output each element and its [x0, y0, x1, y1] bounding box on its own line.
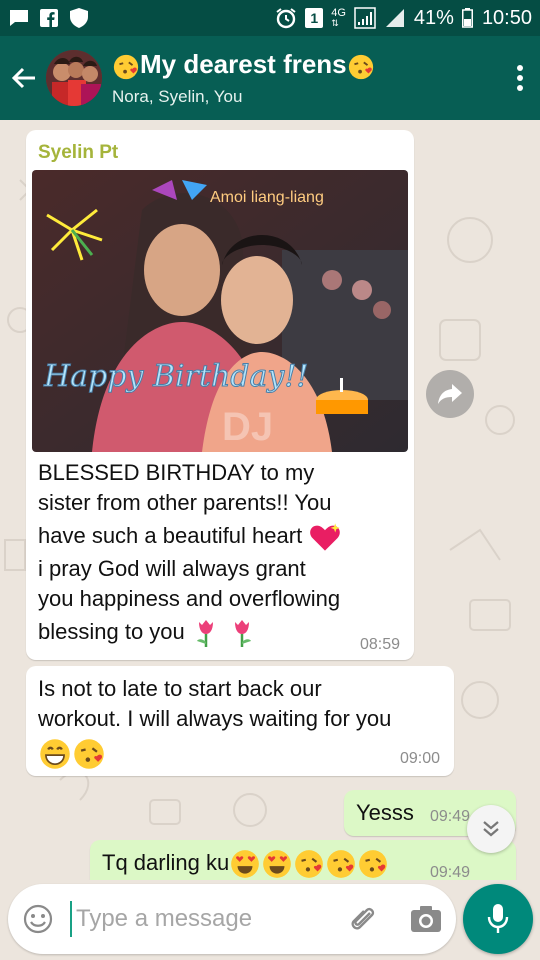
group-title: My dearest frens [112, 49, 500, 80]
birthday-photo-image: DJ Amoi liang-liang Happy Birthday!! [32, 170, 408, 452]
heart-eyes-emoji-icon [231, 850, 260, 879]
sender-name[interactable]: Syelin Pt [38, 142, 118, 164]
message-line: workout. I will always waiting for you [38, 706, 392, 731]
message-line: sister from other parents!! You [38, 490, 332, 515]
network-label: 4G [331, 7, 346, 19]
message-time: 08:59 [360, 636, 401, 653]
forward-button[interactable] [426, 370, 474, 418]
group-members: Nora, Syelin, You [112, 86, 243, 106]
message-photo[interactable]: DJ Amoi liang-liang Happy Birthday!! [32, 170, 408, 452]
kissing-face-emoji-icon [295, 850, 324, 879]
message-bubble-incoming[interactable]: Syelin Pt DJ Amoi liang-liang Happy Birt… [26, 130, 414, 660]
message-time: 09:49 [430, 808, 471, 825]
kissing-face-emoji-icon [359, 850, 388, 879]
group-avatar[interactable] [46, 50, 102, 106]
status-bar-right: 1 4G ⇅ 41% 10:50 [275, 7, 532, 30]
chat-header: My dearest frens Nora, Syelin, You [0, 36, 540, 120]
heart-eyes-emoji-icon [263, 850, 292, 879]
signal-icon [354, 7, 376, 29]
signal-icon-2 [384, 7, 406, 29]
photo-caption-main: Happy Birthday!! [43, 359, 308, 394]
back-button[interactable] [2, 36, 46, 120]
message-text: Yesss [356, 800, 414, 825]
message-line: have such a beautiful heart [38, 518, 408, 554]
attach-icon[interactable] [348, 903, 380, 935]
double-chevron-down-icon [483, 821, 499, 837]
emoji-icon[interactable] [22, 903, 54, 935]
kissing-face-emoji-icon [74, 739, 104, 769]
message-text: BLESSED BIRTHDAY to my sister from other… [38, 458, 408, 650]
scroll-to-bottom-button[interactable] [467, 805, 515, 853]
header-text[interactable]: My dearest frens Nora, Syelin, You [112, 49, 500, 106]
grinning-face-emoji-icon [40, 739, 70, 769]
tulip-emoji-icon [196, 620, 213, 648]
shield-icon [68, 7, 90, 29]
kissing-face-emoji-icon [327, 850, 356, 879]
photo-caption-top: Amoi liang-liang [210, 189, 324, 206]
facebook-icon [38, 7, 60, 29]
message-text-content: Tq darling ku [102, 850, 230, 875]
svg-text:DJ: DJ [222, 405, 273, 449]
message-emoji-line [38, 734, 450, 772]
status-bar: 1 4G ⇅ 41% 10:50 [0, 0, 540, 36]
message-time: 09:49 [430, 864, 471, 880]
message-line: Is not to late to start back our [38, 676, 322, 701]
kissing-face-emoji-icon [348, 54, 373, 79]
message-line: you happiness and overflowing [38, 586, 341, 611]
microphone-icon [487, 904, 509, 933]
message-line: BLESSED BIRTHDAY to my [38, 460, 315, 485]
sim-number: 1 [310, 10, 319, 26]
group-avatar-image [46, 50, 102, 106]
battery-percent: 41% [413, 6, 454, 29]
group-title-text: My dearest frens [140, 49, 347, 80]
battery-icon [462, 7, 474, 29]
clock: 10:50 [481, 6, 532, 29]
voice-record-button[interactable] [463, 884, 533, 954]
message-time: 09:00 [400, 750, 441, 767]
menu-button[interactable] [500, 36, 540, 120]
back-arrow-icon [11, 67, 35, 89]
message-notification-icon [8, 7, 30, 29]
message-line: blessing to you [38, 614, 408, 650]
camera-icon[interactable] [410, 905, 442, 933]
forward-icon [438, 384, 462, 404]
sim-icon: 1 [305, 8, 324, 28]
message-bubble-outgoing[interactable]: Tq darling ku 09:49 [90, 840, 516, 880]
more-vertical-icon [517, 65, 523, 91]
message-line-text: have such a beautiful heart [38, 523, 303, 548]
message-bubble-incoming[interactable]: Is not to late to start back our workout… [26, 666, 454, 776]
message-text: Is not to late to start back our workout… [38, 674, 450, 772]
network-type: 4G ⇅ [331, 7, 346, 29]
tulip-emoji-icon [235, 620, 252, 648]
message-line-text: blessing to you [38, 619, 185, 644]
chat-area[interactable]: Syelin Pt DJ Amoi liang-liang Happy Birt… [0, 120, 540, 880]
message-line: i pray God will always grant [38, 556, 306, 581]
message-composer: Type a message [8, 884, 456, 954]
message-input[interactable]: Type a message [70, 901, 348, 937]
message-text: Tq darling ku [102, 848, 389, 880]
alarm-icon [275, 7, 297, 29]
sparkling-heart-emoji-icon [310, 523, 341, 551]
kissing-face-emoji-icon [113, 54, 139, 79]
status-bar-left [8, 7, 90, 29]
